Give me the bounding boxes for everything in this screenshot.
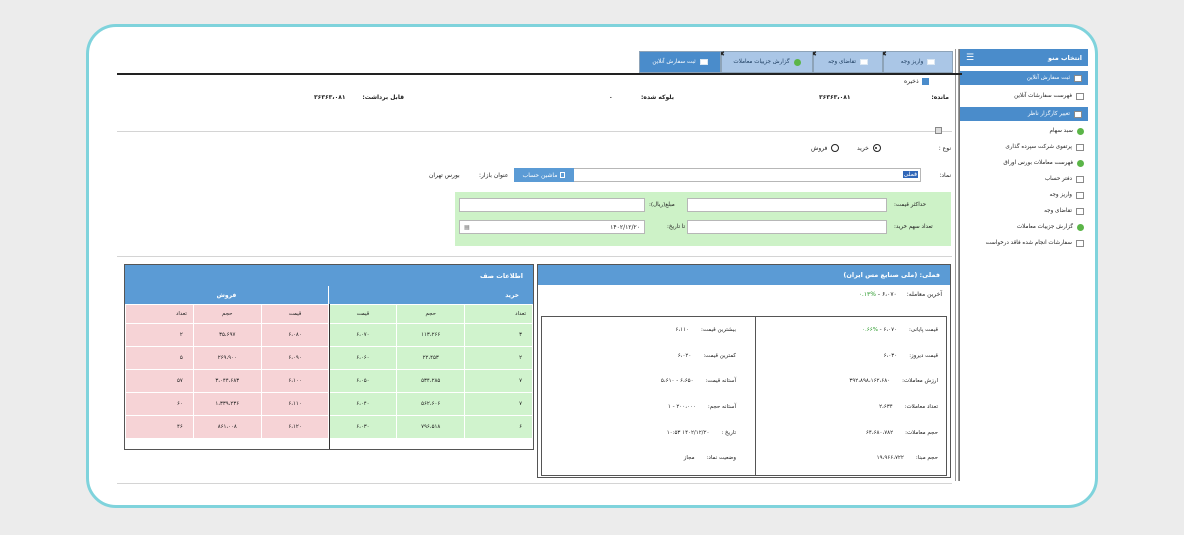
save-icon [921, 78, 929, 85]
separator [117, 131, 952, 132]
info-row: حجم معاملات: ۶۴،۶۸۰،۷۸۲ [865, 430, 938, 436]
tab-icon [859, 59, 868, 65]
splitter[interactable] [955, 49, 959, 481]
info-row: تعداد معاملات: ۲،۶۳۴ [879, 404, 938, 410]
check-icon [793, 58, 801, 66]
symbol-info-title: فملی: (ملی صنایع مس ایران) [538, 265, 950, 285]
type-label: نوع : [938, 145, 951, 152]
buy-header: خرید [329, 286, 533, 304]
document-icon [1074, 110, 1082, 118]
symbol-label: نماد: [939, 172, 951, 179]
blocked-row: بلوکه شده: ۰ [609, 94, 674, 101]
info-row: بیشترین قیمت: ۶،۱۱۰ [675, 327, 736, 333]
separator [117, 483, 952, 484]
document-icon [1076, 143, 1084, 151]
col-header: قیمت [328, 304, 398, 324]
document-icon [1076, 207, 1084, 215]
until-label: تا تاریخ: [667, 224, 686, 230]
info-row: آستانه حجم: ۲۰۰،۰۰۰ - ۱ [667, 404, 736, 410]
calculator-button[interactable]: ماشین حساب [514, 168, 574, 182]
tab-online-order[interactable]: ثبت سفارش آنلاین [639, 51, 721, 73]
sidebar-item-online-orders-list[interactable]: فهرست سفارشات آنلاین [966, 89, 1084, 103]
info-row: قیمت پایانی: ۶،۰۷۰ - ۰.۶۶% [862, 327, 938, 333]
tab-trade-details[interactable]: ✖ گزارش جزییات معاملات [719, 50, 813, 73]
market-value: بورس تهران [429, 172, 460, 179]
col-header: حجم [396, 304, 466, 324]
info-row: وضعیت نماد: مجاز [683, 455, 736, 461]
collapse-icon[interactable] [935, 127, 942, 134]
check-icon [1077, 127, 1084, 135]
check-icon [1077, 159, 1084, 167]
tab-underline [117, 73, 962, 75]
queue-side-headers: فروش خرید [125, 286, 533, 304]
col-header: قیمت [260, 304, 330, 324]
sidebar-header: ☰ انتخاب منو [960, 49, 1088, 66]
buy-radio[interactable]: خرید [857, 144, 881, 152]
col-header: تعداد [464, 304, 533, 324]
col-header: تعداد [125, 304, 194, 324]
queue-title: اطلاعات صف [125, 265, 533, 286]
document-icon [1076, 175, 1084, 183]
tab-deposit[interactable]: ✖ واریز وجه [881, 50, 953, 73]
info-row: حجم مبنا: ۱۹،۹۶۶،۷۲۲ [876, 455, 938, 461]
max-price-input[interactable] [687, 198, 887, 212]
sell-header: فروش [125, 286, 329, 304]
tab-withdraw-request[interactable]: ✖ تقاضای وجه [811, 50, 883, 73]
shares-label: تعداد سهم خرید: [894, 224, 933, 230]
shares-input[interactable] [687, 220, 887, 234]
calculator-icon [560, 172, 566, 178]
sidebar-item-trade-details[interactable]: گزارش جزییات معاملات [966, 220, 1084, 234]
sell-radio[interactable]: فروش [811, 144, 840, 152]
document-icon [1076, 92, 1084, 100]
symbol-info-box: قیمت پایانی: ۶،۰۷۰ - ۰.۶۶% قیمت دیروز: ۶،۰… [541, 316, 947, 476]
info-row: کمترین قیمت: ۶،۰۲۰ [677, 353, 736, 359]
info-row: ارزش معاملات: ۳۹۲،۸۹۸،۱۶۲،۶۸۰ [849, 378, 938, 384]
info-row: تاریخ :۱۴۰۲/۱۲/۲۰ ۱۰:۵۳ [666, 430, 736, 436]
tab-icon [927, 59, 936, 65]
info-divider [755, 317, 756, 475]
calendar-icon[interactable]: ▦ [464, 224, 470, 231]
app-frame: ☰ انتخاب منو ثبت سفارش آنلاین فهرست سفار… [86, 24, 1098, 508]
sidebar-item-exchange-trades[interactable]: فهرست معاملات بورس اوراق [966, 156, 1084, 170]
save-button[interactable]: ذخیره [904, 78, 929, 85]
remain-row: مانده: ۳۶۳۶۳،۰۸۱ [819, 94, 949, 101]
sidebar: ☰ انتخاب منو ثبت سفارش آنلاین فهرست سفار… [959, 49, 1088, 481]
amount-input[interactable] [459, 198, 645, 212]
amount-label: مبلغ(ریال): [649, 202, 675, 208]
document-icon [1076, 239, 1084, 247]
withdrawable-row: قابل برداشت: ۳۶۳۶۳،۰۸۱ [314, 94, 404, 101]
sidebar-title: انتخاب منو [1048, 53, 1082, 62]
col-header: حجم [192, 304, 262, 324]
sidebar-item-portfolio[interactable]: سبد سهام [966, 124, 1084, 138]
sidebar-item-online-order[interactable]: ثبت سفارش آنلاین [960, 71, 1088, 85]
info-row: قیمت دیروز: ۶،۰۳۰ [883, 353, 938, 359]
separator [117, 256, 952, 257]
sidebar-item-ledger[interactable]: دفتر حساب [966, 172, 1084, 186]
hamburger-icon[interactable]: ☰ [966, 53, 974, 63]
sidebar-item-orders-without-request[interactable]: سفارشات انجام شده فاقد درخواست [966, 236, 1084, 250]
market-label: عنوان بازار: [479, 172, 509, 179]
info-row: آستانه قیمت: ۶،۶۵۰ - ۵،۶۱۰ [660, 378, 736, 384]
check-icon [1077, 223, 1084, 231]
order-queue-panel: اطلاعات صف فروش خرید تعداد حجم قیمت قیمت… [124, 264, 534, 450]
symbol-input[interactable]: فملی [545, 168, 921, 182]
date-input[interactable]: ▦ ۱۴۰۲/۱۲/۲۰ [459, 220, 645, 234]
sidebar-item-change-broker[interactable]: تغییر کارگزار ناظر [960, 107, 1088, 121]
document-icon [1074, 74, 1082, 82]
sidebar-item-csd-portfolio[interactable]: پرتفوی شرکت سپرده گذاری [966, 140, 1084, 154]
sidebar-item-withdraw-request[interactable]: تقاضای وجه [966, 204, 1084, 218]
document-icon [1076, 191, 1084, 199]
max-price-label: حداکثر قیمت: [894, 202, 927, 208]
tab-icon [699, 59, 708, 65]
symbol-info-panel: فملی: (ملی صنایع مس ایران) آخرین معامله:… [537, 264, 951, 478]
last-trade-row: آخرین معامله: ۶،۰۷۰ - ۰.۱۳% [858, 291, 942, 298]
queue-divider [329, 304, 330, 449]
sidebar-item-deposit[interactable]: واریز وجه [966, 188, 1084, 202]
